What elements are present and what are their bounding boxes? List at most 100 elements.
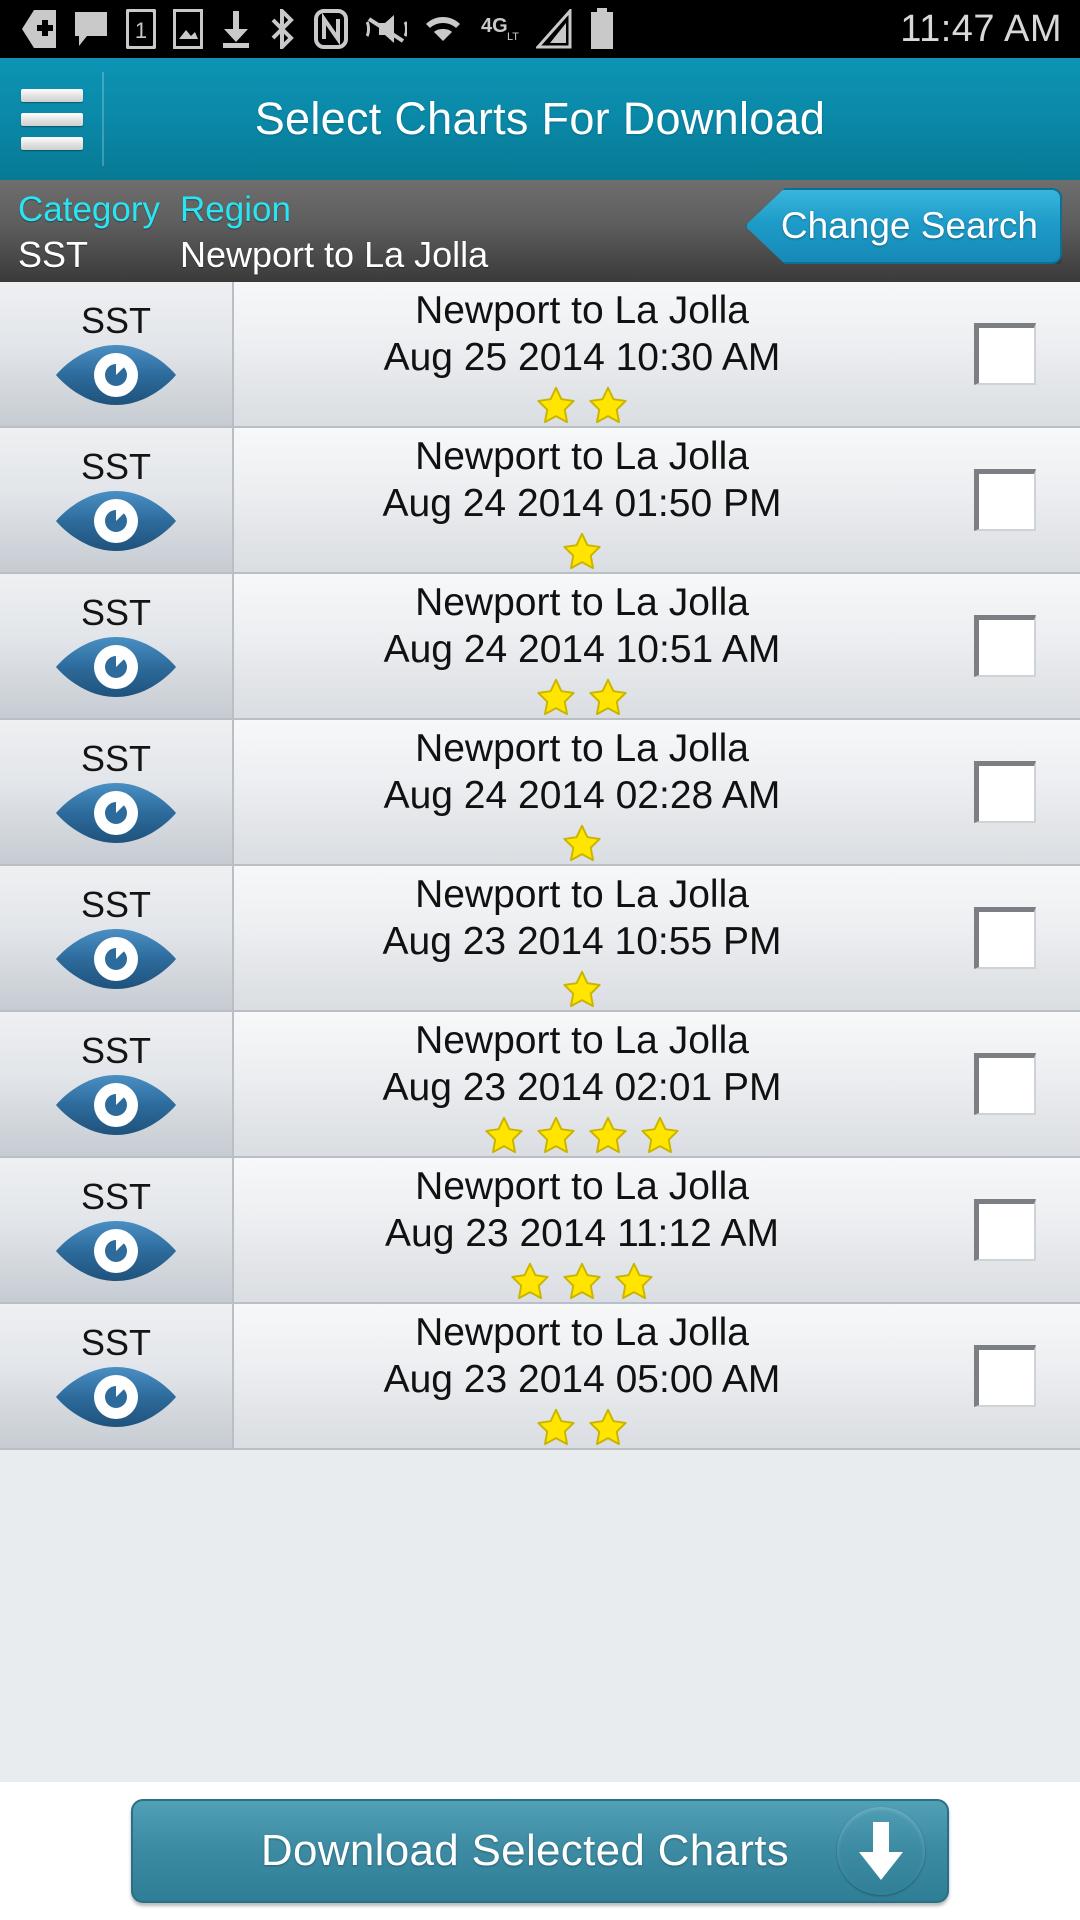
- status-bar: 1 4GLTE 11:47 AM: [0, 0, 1080, 58]
- nfc-icon: [314, 9, 348, 49]
- hamburger-menu-icon[interactable]: [0, 58, 104, 180]
- star-icon: [615, 1262, 653, 1300]
- preview-eye-icon[interactable]: [50, 781, 182, 845]
- app-header: Select Charts For Download: [0, 58, 1080, 180]
- row-region-name: Newport to La Jolla: [415, 727, 749, 770]
- row-select-cell[interactable]: [930, 1012, 1080, 1156]
- eye-icon-graphic: [56, 491, 176, 551]
- row-category-label: SST: [80, 884, 151, 925]
- row-select-checkbox[interactable]: [974, 323, 1036, 385]
- region-label: Region: [180, 190, 291, 229]
- svg-text:4G: 4G: [481, 15, 508, 37]
- row-rating: [561, 531, 603, 571]
- eye-icon-graphic: [56, 637, 176, 697]
- signal-bars-icon: [536, 9, 572, 49]
- row-select-cell[interactable]: [930, 866, 1080, 1010]
- chart-list-row[interactable]: SST Newport to La Jolla Aug 23 2014 11:12…: [0, 1158, 1080, 1304]
- row-select-checkbox[interactable]: [974, 1345, 1036, 1407]
- row-select-cell[interactable]: [930, 574, 1080, 718]
- star-icon: [563, 532, 601, 570]
- row-category-cell[interactable]: SST: [0, 574, 234, 718]
- search-region-field: Region Newport to La Jolla: [180, 188, 488, 278]
- eye-icon-graphic: [56, 1075, 176, 1135]
- row-details[interactable]: Newport to La Jolla Aug 23 2014 11:12 AM: [234, 1158, 930, 1302]
- row-rating: [561, 969, 603, 1009]
- chart-list-row[interactable]: SST Newport to La Jolla Aug 25 2014 10:30…: [0, 282, 1080, 428]
- chart-list-row[interactable]: SST Newport to La Jolla Aug 23 2014 02:01…: [0, 1012, 1080, 1158]
- row-category-cell[interactable]: SST: [0, 866, 234, 1010]
- row-category-cell[interactable]: SST: [0, 1012, 234, 1156]
- preview-eye-icon[interactable]: [50, 1365, 182, 1429]
- rating-star: [535, 677, 577, 717]
- row-select-cell[interactable]: [930, 1304, 1080, 1448]
- row-category-label: SST: [80, 738, 151, 779]
- svg-text:LTE: LTE: [507, 31, 519, 43]
- chart-list[interactable]: SST Newport to La Jolla Aug 25 2014 10:30…: [0, 282, 1080, 1782]
- star-icon: [641, 1116, 679, 1154]
- preview-eye-icon[interactable]: [50, 1073, 182, 1137]
- rating-star: [639, 1115, 681, 1155]
- star-icon: [537, 1116, 575, 1154]
- row-select-checkbox[interactable]: [974, 615, 1036, 677]
- row-select-cell[interactable]: [930, 720, 1080, 864]
- row-category-label: SST: [80, 300, 151, 341]
- chart-list-row[interactable]: SST Newport to La Jolla Aug 23 2014 10:55…: [0, 866, 1080, 1012]
- row-details[interactable]: Newport to La Jolla Aug 24 2014 01:50 PM: [234, 428, 930, 572]
- row-select-checkbox[interactable]: [974, 1199, 1036, 1261]
- row-timestamp: Aug 23 2014 11:12 AM: [385, 1212, 779, 1255]
- row-select-cell[interactable]: [930, 1158, 1080, 1302]
- star-icon: [589, 1116, 627, 1154]
- rating-star: [535, 1115, 577, 1155]
- row-category-cell[interactable]: SST: [0, 720, 234, 864]
- row-region-name: Newport to La Jolla: [415, 1165, 749, 1208]
- hamburger-bar: [21, 88, 83, 102]
- rating-star: [483, 1115, 525, 1155]
- row-category-cell[interactable]: SST: [0, 1158, 234, 1302]
- row-details[interactable]: Newport to La Jolla Aug 25 2014 10:30 AM: [234, 282, 930, 426]
- row-category-cell[interactable]: SST: [0, 1304, 234, 1448]
- eye-icon-graphic: [56, 1221, 176, 1281]
- row-category-cell[interactable]: SST: [0, 428, 234, 572]
- chart-list-row[interactable]: SST Newport to La Jolla Aug 24 2014 10:51…: [0, 574, 1080, 720]
- row-select-cell[interactable]: [930, 428, 1080, 572]
- star-icon: [563, 824, 601, 862]
- row-region-name: Newport to La Jolla: [415, 1311, 749, 1354]
- eye-icon-graphic: [56, 1367, 176, 1427]
- chart-list-row[interactable]: SST Newport to La Jolla Aug 24 2014 02:28…: [0, 720, 1080, 866]
- row-details[interactable]: Newport to La Jolla Aug 23 2014 02:01 PM: [234, 1012, 930, 1156]
- rating-star: [561, 1261, 603, 1301]
- svg-text:1: 1: [135, 18, 147, 43]
- row-details[interactable]: Newport to La Jolla Aug 23 2014 05:00 AM: [234, 1304, 930, 1448]
- row-category-cell[interactable]: SST: [0, 282, 234, 426]
- status-bar-clock: 11:47 AM: [900, 7, 1062, 50]
- row-region-name: Newport to La Jolla: [415, 873, 749, 916]
- row-rating: [561, 823, 603, 863]
- row-category-label: SST: [80, 592, 151, 633]
- row-select-checkbox[interactable]: [974, 1053, 1036, 1115]
- vibrate-mute-icon: [365, 9, 407, 49]
- preview-eye-icon[interactable]: [50, 489, 182, 553]
- row-select-checkbox[interactable]: [974, 469, 1036, 531]
- row-select-checkbox[interactable]: [974, 907, 1036, 969]
- download-selected-charts-button[interactable]: Download Selected Charts: [131, 1799, 949, 1903]
- star-icon: [537, 1408, 575, 1446]
- preview-eye-icon[interactable]: [50, 635, 182, 699]
- row-rating: [535, 385, 629, 425]
- row-select-cell[interactable]: [930, 282, 1080, 426]
- row-select-checkbox[interactable]: [974, 761, 1036, 823]
- rating-star: [509, 1261, 551, 1301]
- sim-card-1-icon: 1: [126, 9, 156, 49]
- chart-list-row[interactable]: SST Newport to La Jolla Aug 24 2014 01:50…: [0, 428, 1080, 574]
- preview-eye-icon[interactable]: [50, 1219, 182, 1283]
- rating-star: [561, 823, 603, 863]
- row-details[interactable]: Newport to La Jolla Aug 24 2014 10:51 AM: [234, 574, 930, 718]
- row-details[interactable]: Newport to La Jolla Aug 24 2014 02:28 AM: [234, 720, 930, 864]
- row-details[interactable]: Newport to La Jolla Aug 23 2014 10:55 PM: [234, 866, 930, 1010]
- chart-list-row[interactable]: SST Newport to La Jolla Aug 23 2014 05:00…: [0, 1304, 1080, 1450]
- row-timestamp: Aug 23 2014 10:55 PM: [382, 920, 782, 963]
- change-search-button[interactable]: Change Search: [744, 188, 1062, 264]
- preview-eye-icon[interactable]: [50, 343, 182, 407]
- star-icon: [537, 386, 575, 424]
- rating-star: [561, 531, 603, 571]
- preview-eye-icon[interactable]: [50, 927, 182, 991]
